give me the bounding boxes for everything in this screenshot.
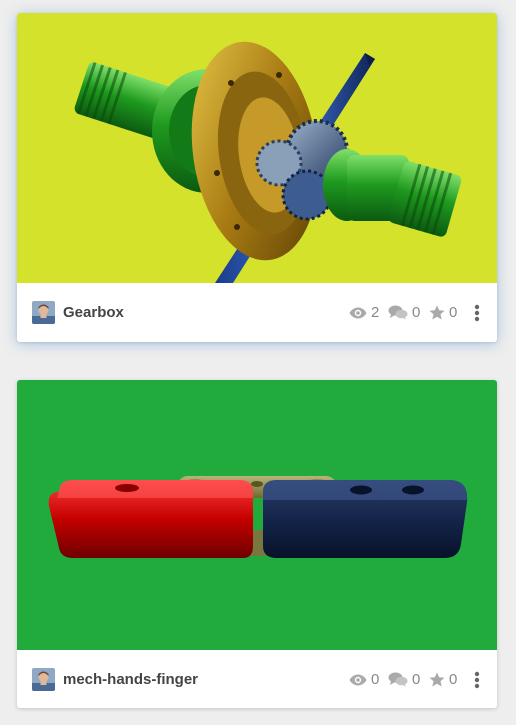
eye-icon — [349, 674, 367, 686]
views-count: 0 — [371, 671, 380, 688]
comments-icon — [388, 305, 408, 320]
model-thumbnail[interactable] — [17, 380, 497, 650]
likes-stat[interactable]: 0 — [429, 671, 458, 688]
comments-count: 0 — [412, 304, 421, 321]
more-vertical-icon — [474, 671, 480, 688]
comments-icon — [388, 672, 408, 687]
comments-stat: 0 — [388, 671, 421, 688]
comments-count: 0 — [412, 671, 421, 688]
model-card[interactable]: mech-hands-finger 0 0 0 — [17, 380, 497, 708]
avatar[interactable] — [32, 301, 55, 324]
more-vertical-icon — [474, 304, 480, 321]
model-title[interactable]: mech-hands-finger — [63, 671, 341, 688]
likes-count: 0 — [449, 671, 458, 688]
model-title[interactable]: Gearbox — [63, 304, 341, 321]
likes-stat[interactable]: 0 — [429, 304, 458, 321]
star-icon[interactable] — [429, 305, 445, 320]
eye-icon — [349, 307, 367, 319]
card-footer: mech-hands-finger 0 0 0 — [17, 650, 497, 708]
views-count: 2 — [371, 304, 380, 321]
mech-finger-render — [17, 380, 497, 650]
more-options-button[interactable] — [472, 303, 482, 323]
gearbox-render — [17, 13, 497, 283]
star-icon[interactable] — [429, 672, 445, 687]
model-stats: 0 0 0 — [341, 670, 482, 690]
model-stats: 2 0 0 — [341, 303, 482, 323]
avatar[interactable] — [32, 668, 55, 691]
model-thumbnail[interactable] — [17, 13, 497, 283]
model-card[interactable]: Gearbox 2 0 0 — [17, 13, 497, 342]
comments-stat: 0 — [388, 304, 421, 321]
views-stat: 2 — [349, 304, 380, 321]
more-options-button[interactable] — [472, 670, 482, 690]
likes-count: 0 — [449, 304, 458, 321]
card-footer: Gearbox 2 0 0 — [17, 283, 497, 342]
views-stat: 0 — [349, 671, 380, 688]
